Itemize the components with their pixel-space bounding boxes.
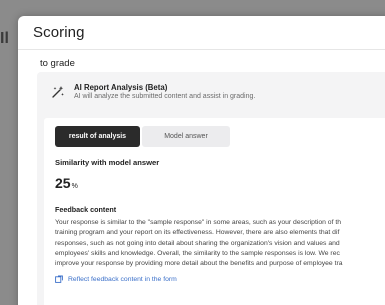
- feedback-text: Your response is similar to the "sample …: [55, 218, 385, 269]
- similarity-value: 25%: [55, 175, 78, 193]
- tab-model-answer[interactable]: Model answer: [142, 126, 230, 147]
- reflect-feedback-link[interactable]: Reflect feedback content in the form: [55, 275, 177, 283]
- feedback-line: training program and your report on its …: [55, 229, 340, 237]
- feedback-line: improve your response by providing more …: [55, 260, 343, 268]
- feedback-label: Feedback content: [55, 205, 117, 214]
- ai-analysis-panel: AI Report Analysis (Beta) AI will analyz…: [37, 72, 385, 305]
- analysis-tabs: result of analysis Model answer: [55, 126, 230, 147]
- ai-title: AI Report Analysis (Beta): [74, 83, 168, 92]
- modal-title: Scoring: [33, 24, 85, 41]
- modal-header: Scoring: [18, 16, 385, 50]
- feedback-line: employees' skills and knowledge. Overall…: [55, 249, 340, 257]
- feedback-line: responses, such as not going into detail…: [55, 239, 340, 247]
- similarity-unit: %: [71, 183, 78, 190]
- magic-wand-icon: [52, 86, 64, 98]
- reflect-icon: [55, 275, 63, 283]
- ai-subtitle: AI will analyze the submitted content an…: [74, 93, 256, 100]
- ai-header: AI Report Analysis (Beta) AI will analyz…: [51, 83, 255, 101]
- feedback-line: Your response is similar to the "sample …: [55, 219, 342, 226]
- tab-result-of-analysis[interactable]: result of analysis: [55, 126, 140, 147]
- modal-body: to grade: [18, 50, 385, 69]
- to-grade-heading: to grade: [40, 58, 75, 69]
- similarity-number: 25: [55, 175, 71, 191]
- similarity-label: Similarity with model answer: [55, 158, 160, 167]
- background-fragment: Il: [0, 30, 9, 47]
- reflect-feedback-label: Reflect feedback content in the form: [68, 275, 177, 283]
- analysis-card: result of analysis Model answer Similari…: [44, 118, 385, 305]
